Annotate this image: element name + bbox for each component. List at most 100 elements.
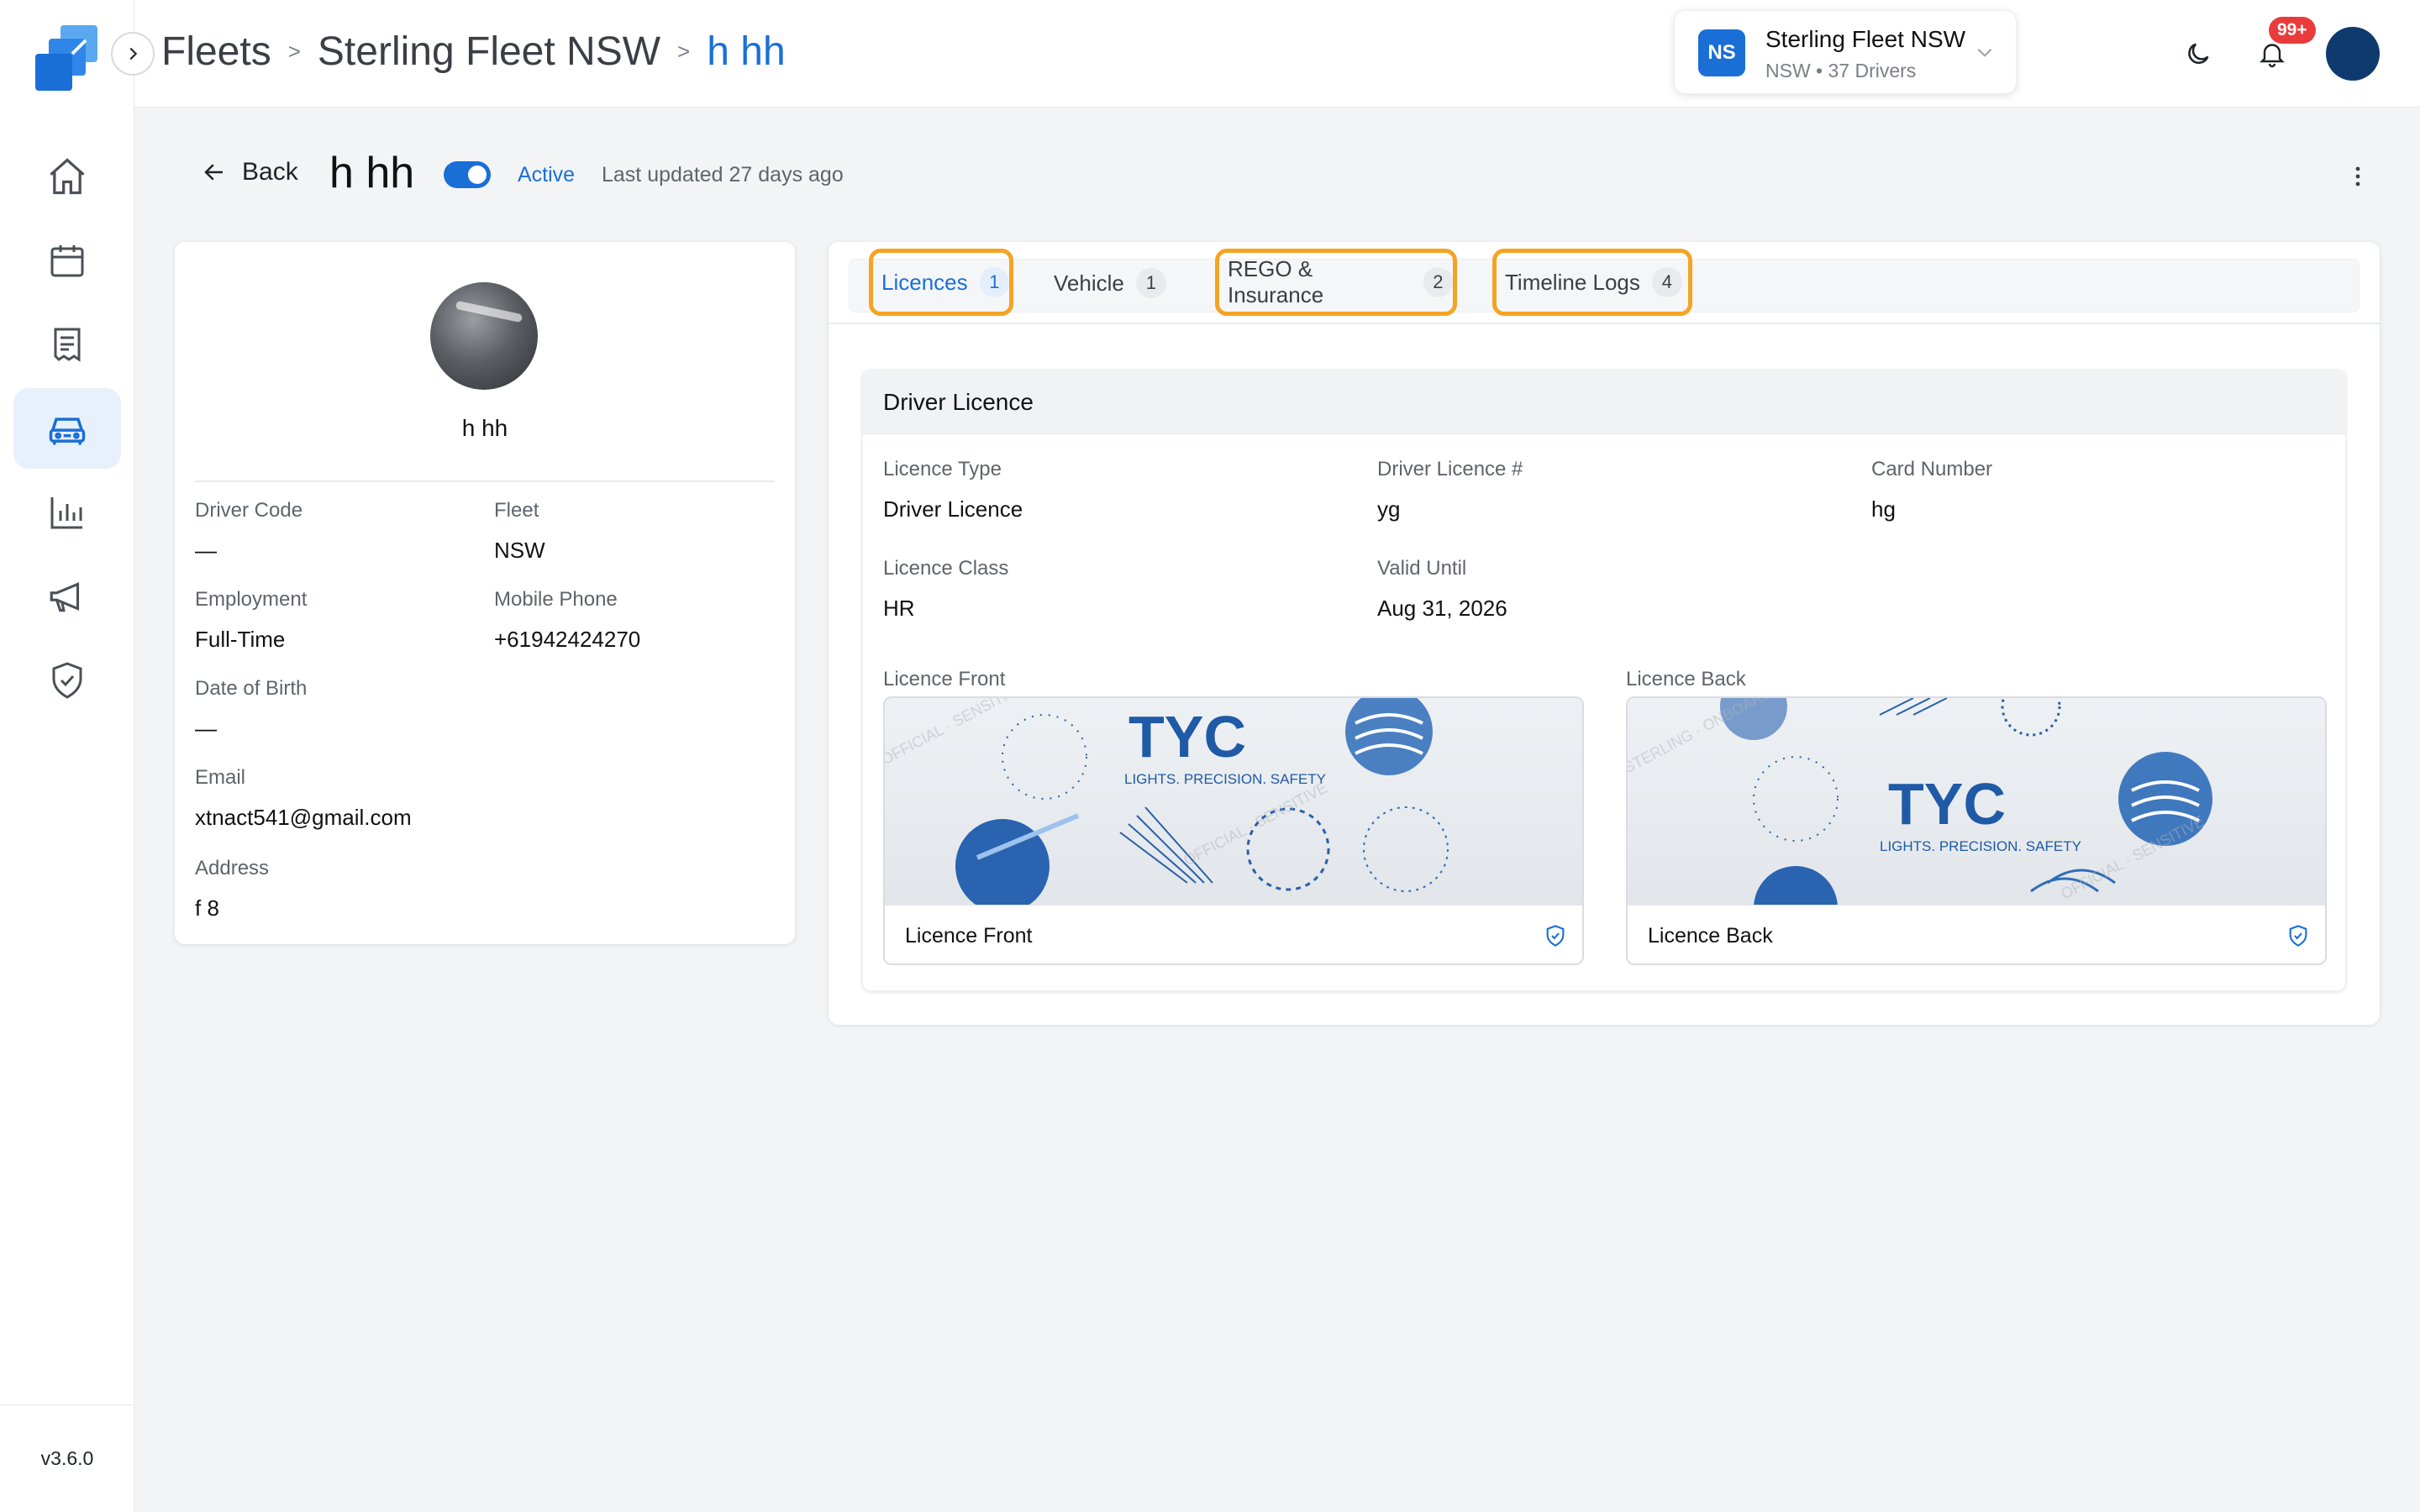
field-email: Email xtnact541@gmail.com [195, 766, 412, 831]
field-label: Driver Licence # [1377, 458, 1523, 480]
breadcrumb-separator: > [677, 39, 691, 64]
back-label: Back [242, 158, 298, 186]
driver-licence-card: Driver Licence Licence Type Driver Licen… [862, 370, 2347, 991]
arrow-left-icon [204, 164, 223, 181]
licence-front-image-card[interactable]: TYC LIGHTS. PRECISION. SAFETY OFFICIAL ·… [883, 696, 1584, 965]
svg-text:OFFICIAL · SENSITIVE: OFFICIAL · SENSITIVE [885, 698, 1028, 769]
sidebar-item-announcements[interactable] [13, 556, 121, 637]
brand-logo-text: TYC [1888, 771, 2006, 837]
field-employment: Employment Full-Time [195, 588, 307, 653]
tab-label: REGO & Insurance [1228, 256, 1324, 307]
field-label: Card Number [1871, 458, 1993, 480]
field-label: Email [195, 766, 246, 789]
field-value: hg [1871, 496, 1896, 522]
more-options-button[interactable] [2344, 161, 2371, 192]
field-label: Licence Type [883, 458, 1002, 480]
home-icon [50, 158, 85, 195]
moon-icon [2188, 43, 2209, 65]
sidebar-item-compliance[interactable] [13, 640, 121, 721]
field-value: NSW [494, 538, 545, 563]
fleet-switcher[interactable]: NS Sterling Fleet NSW NSW • 37 Drivers [1674, 10, 2017, 94]
licence-front-image[interactable]: TYC LIGHTS. PRECISION. SAFETY OFFICIAL ·… [885, 698, 1582, 905]
active-toggle[interactable] [444, 161, 491, 188]
chevron-right-icon [129, 47, 138, 60]
field-label: Licence Class [883, 557, 1009, 580]
sidebar-item-calendar[interactable] [13, 220, 121, 301]
field-label: Address [195, 857, 270, 879]
fleet-name: Sterling Fleet NSW [1765, 26, 1966, 52]
sidebar-item-reports[interactable] [13, 472, 121, 553]
status-label: Active [518, 163, 576, 186]
brand-tagline: LIGHTS. PRECISION. SAFETY [1124, 771, 1326, 787]
notification-count-badge: 99+ [2269, 17, 2316, 44]
sidebar-item-documents[interactable] [13, 304, 121, 385]
sidebar-item-home[interactable] [13, 136, 121, 217]
breadcrumb-current: h hh [707, 29, 786, 74]
sidebar: v3.6.0 [0, 0, 134, 1512]
shield-check-icon [52, 662, 82, 699]
field-label: Fleet [494, 499, 539, 522]
field-value: Full-Time [195, 627, 286, 652]
licence-back-image[interactable]: TYC LIGHTS. PRECISION. SAFETY STERLING ·… [1628, 698, 2325, 905]
field-card-number: Card Number hg [1871, 458, 1992, 522]
field-value: xtnact541@gmail.com [195, 805, 412, 830]
sidebar-item-fleets[interactable] [13, 388, 121, 469]
verified-shield-icon[interactable] [1544, 924, 1567, 953]
user-avatar[interactable] [2326, 27, 2380, 81]
licence-back-caption: Licence Back [1648, 924, 1773, 948]
field-value: Aug 31, 2026 [1377, 596, 1507, 621]
more-vertical-icon [2355, 166, 2360, 186]
field-value: — [195, 538, 217, 563]
driver-photo[interactable] [430, 282, 538, 390]
back-button[interactable]: Back [202, 158, 298, 186]
breadcrumb: Fleets > Sterling Fleet NSW > h hh [161, 29, 786, 75]
fleet-badge: NS [1698, 29, 1745, 76]
field-address: Address f 8 [195, 857, 269, 921]
licence-back-label: Licence Back [1626, 668, 1746, 690]
breadcrumb-fleets[interactable]: Fleets [161, 29, 271, 75]
sidebar-toggle-button[interactable] [111, 32, 155, 76]
svg-text:OFFICIAL · SENSITIVE: OFFICIAL · SENSITIVE [1181, 779, 1329, 869]
licence-card-title: Driver Licence [883, 389, 1034, 415]
tab-count-badge: 2 [1423, 267, 1453, 297]
bar-chart-icon [50, 497, 82, 529]
sidebar-nav [13, 136, 121, 724]
field-label: Mobile Phone [494, 588, 618, 611]
tab-timeline-logs[interactable]: Timeline Logs 4 [1492, 249, 1692, 316]
field-driver-code: Driver Code — [195, 499, 302, 564]
chevron-down-icon [1974, 41, 1996, 67]
tab-label: Licences [881, 269, 968, 295]
field-value: — [195, 716, 217, 741]
tab-count-badge: 1 [979, 267, 1009, 297]
field-label: Date of Birth [195, 677, 308, 700]
driver-details-panel: Licences 1 Vehicle 1 REGO & Insurance 2 … [829, 242, 2380, 1025]
field-label: Employment [195, 588, 308, 611]
licence-card-header: Driver Licence [863, 370, 2347, 434]
page-title: h hh [329, 149, 415, 197]
divider [195, 480, 775, 482]
app-logo[interactable] [30, 22, 104, 96]
field-licence-class: Licence Class HR [883, 557, 1008, 622]
field-value: +61942424270 [494, 627, 641, 652]
brand-tagline: LIGHTS. PRECISION. SAFETY [1880, 838, 2081, 854]
field-value: f 8 [195, 895, 219, 921]
receipt-icon [54, 328, 81, 362]
last-updated-text: Last updated 27 days ago [602, 163, 844, 186]
field-driver-licence-number: Driver Licence # yg [1377, 458, 1523, 522]
brand-logo-text: TYC [1128, 704, 1246, 769]
tab-vehicle[interactable]: Vehicle 1 [1045, 254, 1180, 312]
field-mobile-phone: Mobile Phone +61942424270 [494, 588, 640, 653]
licence-front-footer: Licence Front [885, 905, 1582, 963]
tab-rego-insurance[interactable]: REGO & Insurance 2 [1215, 249, 1457, 316]
verified-shield-icon[interactable] [2286, 924, 2310, 953]
theme-toggle-button[interactable] [2178, 34, 2218, 74]
licence-back-image-card[interactable]: TYC LIGHTS. PRECISION. SAFETY STERLING ·… [1626, 696, 2327, 965]
breadcrumb-fleet[interactable]: Sterling Fleet NSW [318, 29, 660, 75]
tab-licences[interactable]: Licences 1 [869, 249, 1013, 316]
breadcrumb-separator: > [287, 39, 301, 64]
field-licence-type: Licence Type Driver Licence [883, 458, 1023, 522]
megaphone-icon [50, 582, 80, 612]
field-label: Valid Until [1377, 557, 1467, 580]
licence-front-label: Licence Front [883, 668, 1006, 690]
tab-count-badge: 1 [1135, 268, 1166, 298]
